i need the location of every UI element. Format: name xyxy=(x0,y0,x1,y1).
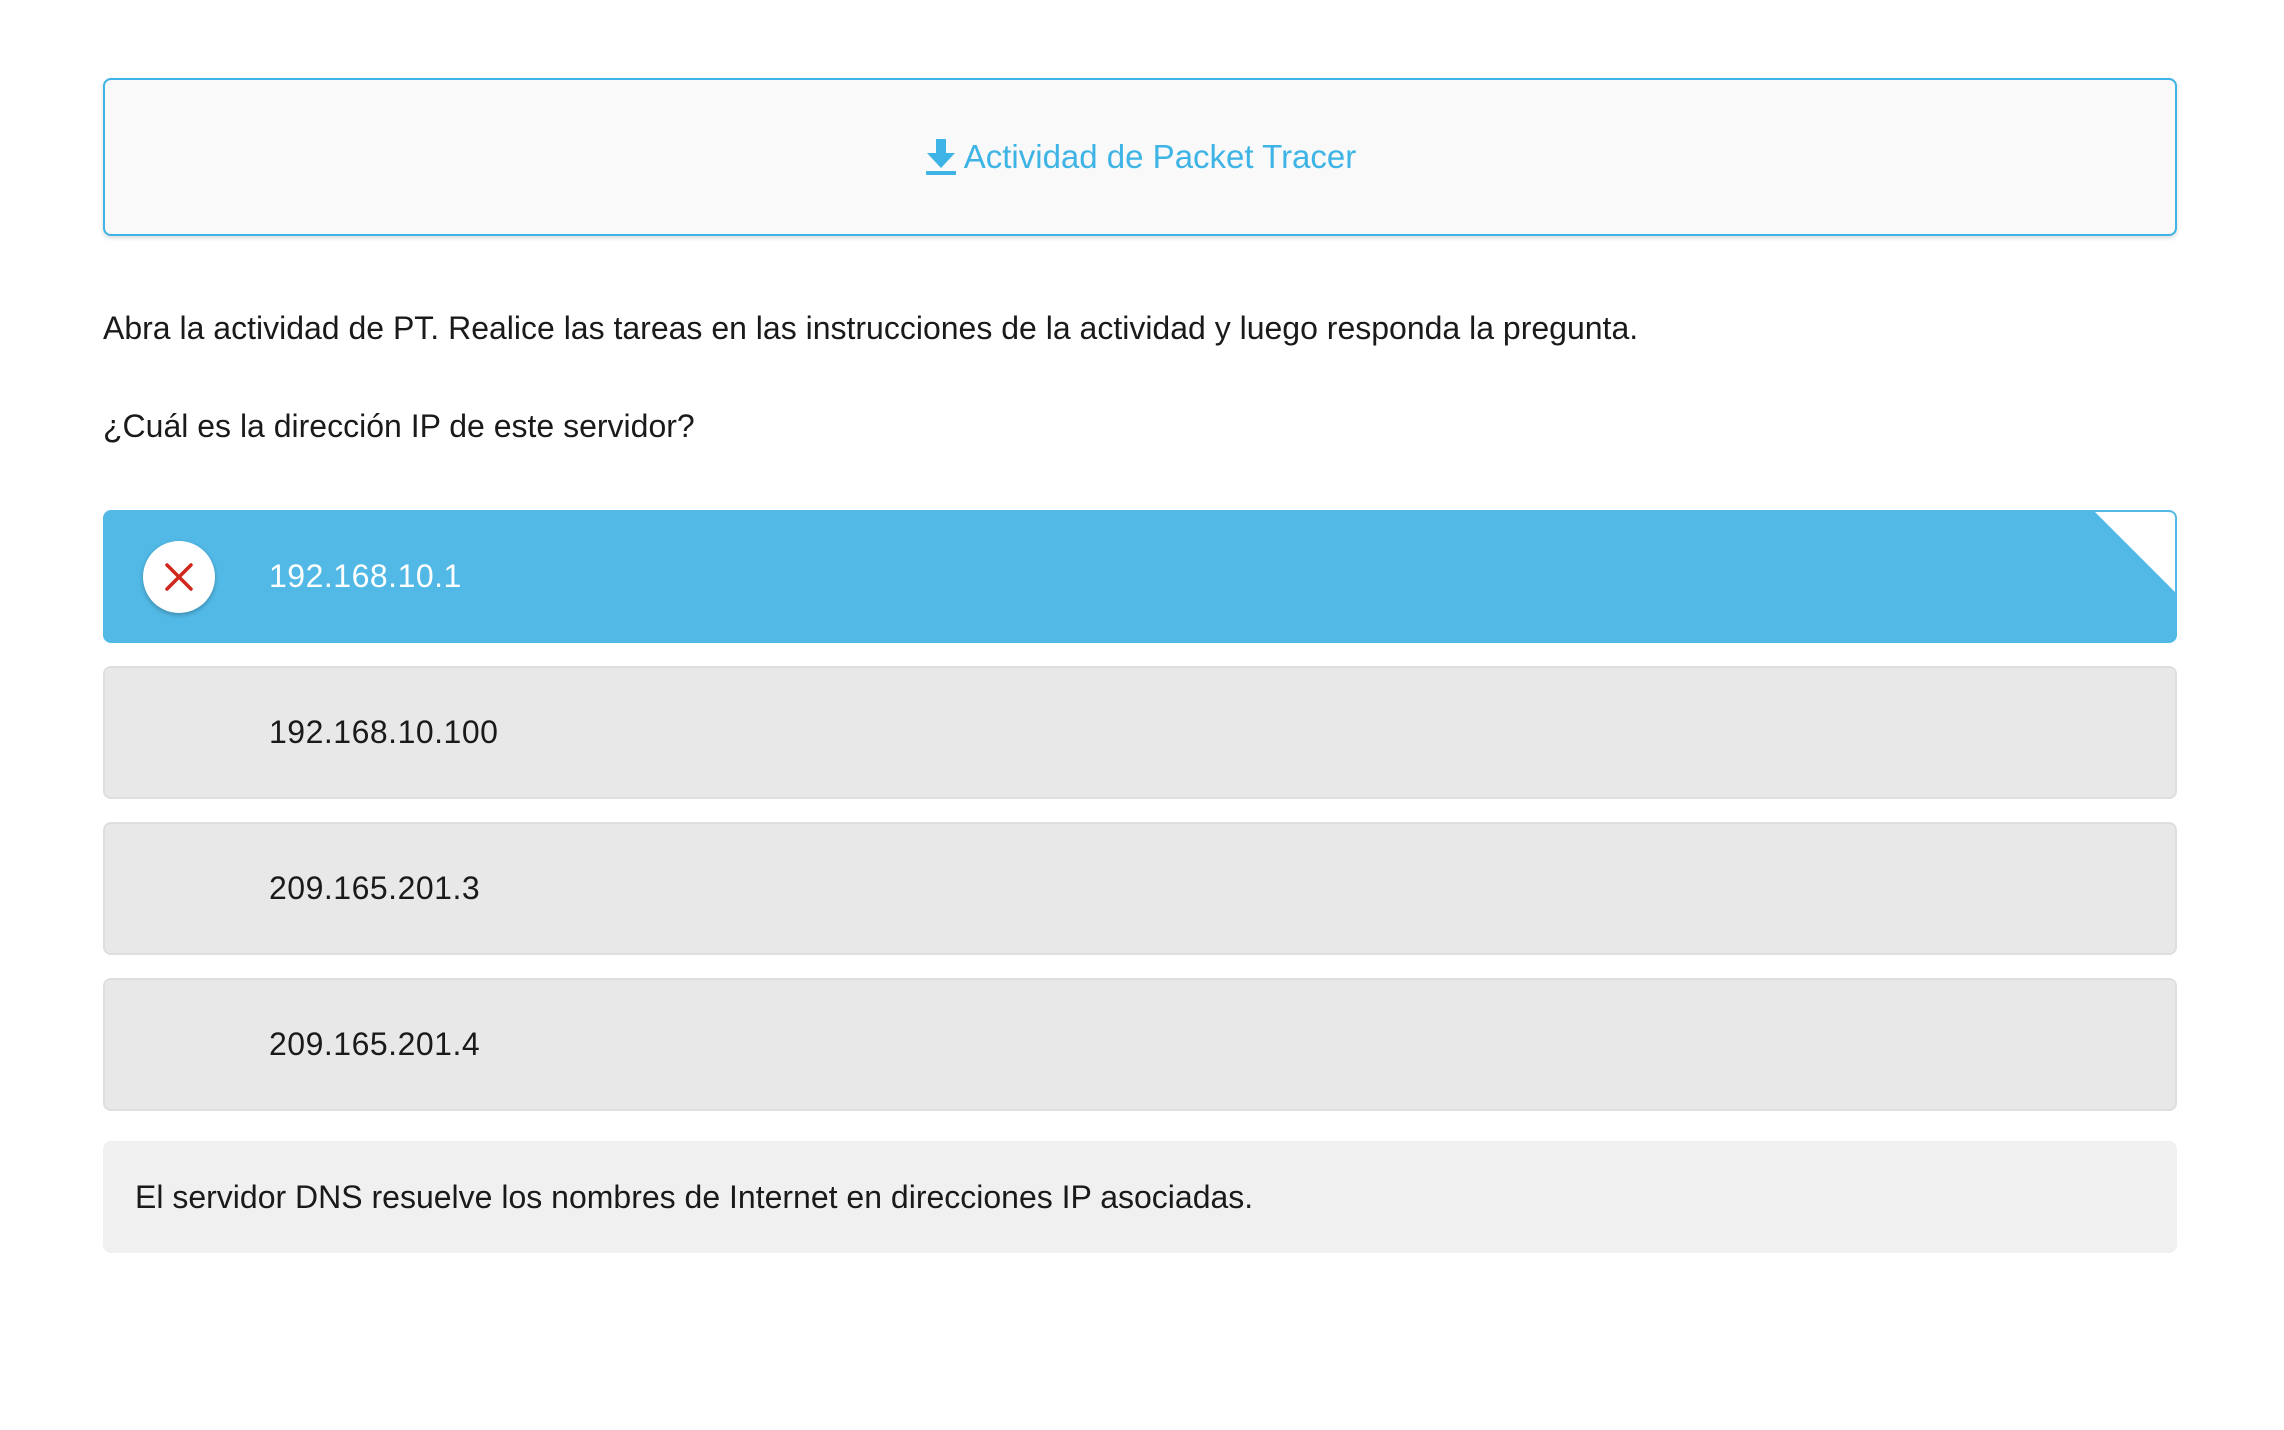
activity-download-label: Actividad de Packet Tracer xyxy=(963,138,1357,175)
answer-option-label: 192.168.10.100 xyxy=(269,714,499,750)
incorrect-marker xyxy=(143,540,215,613)
answer-option-3[interactable]: 209.165.201.3 xyxy=(103,822,2177,955)
answer-option-label: 192.168.10.1 xyxy=(269,558,462,594)
activity-download-link[interactable]: Actividad de Packet Tracer xyxy=(924,137,1357,177)
question-text: ¿Cuál es la dirección IP de este servido… xyxy=(103,408,695,444)
instructions-text: Abra la actividad de PT. Realice las tar… xyxy=(103,310,1639,346)
answer-option-label: 209.165.201.4 xyxy=(269,1026,481,1062)
corner-fold-icon xyxy=(2094,512,2175,593)
close-icon xyxy=(163,561,195,593)
feedback-box: El servidor DNS resuelve los nombres de … xyxy=(103,1141,2177,1253)
question-container: Actividad de Packet Tracer Abra la activ… xyxy=(103,78,2177,1253)
activity-download-box: Actividad de Packet Tracer xyxy=(103,78,2177,236)
answer-options: 192.168.10.1 192.168.10.100 209.165.201.… xyxy=(103,510,2177,1111)
download-icon xyxy=(924,137,958,177)
answer-option-2[interactable]: 192.168.10.100 xyxy=(103,666,2177,799)
feedback-text: El servidor DNS resuelve los nombres de … xyxy=(135,1178,1254,1215)
answer-option-4[interactable]: 209.165.201.4 xyxy=(103,978,2177,1111)
answer-option-label: 209.165.201.3 xyxy=(269,870,481,906)
answer-option-1[interactable]: 192.168.10.1 xyxy=(103,510,2177,643)
